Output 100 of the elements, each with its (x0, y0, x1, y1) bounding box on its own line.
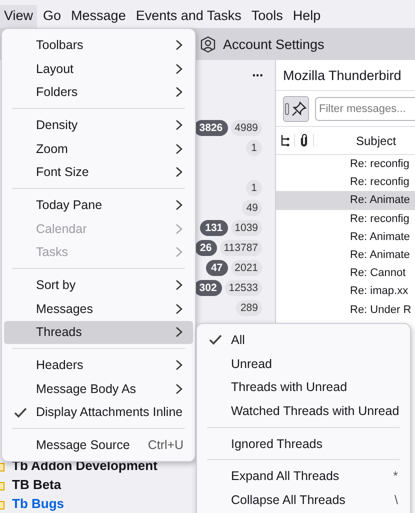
menu-item-label: Message Body As (36, 382, 138, 396)
account-icon (200, 36, 216, 52)
menu-item[interactable]: Today Pane (4, 193, 193, 217)
menu-item-label: Calendar (36, 222, 88, 236)
menu-item[interactable]: Sort by (4, 273, 193, 297)
menu-bar-item[interactable]: Tools (247, 5, 287, 28)
menu-item-label: Watched Threads with Unread (231, 404, 400, 418)
menu-bar-item[interactable]: Help (288, 5, 325, 28)
shortcut-label: * (393, 469, 398, 484)
menu-item-label: Collapse All Threads (231, 492, 346, 507)
menu-item[interactable]: Display Attachments Inline (4, 400, 193, 424)
menu-item-label: Threads (36, 325, 83, 340)
account-settings-tab[interactable]: Account Settings (196, 28, 334, 60)
chevron-icon (175, 86, 183, 98)
menu-item-label: Display Attachments Inline (36, 405, 183, 420)
folder-name[interactable]: Tb Bugs (12, 496, 64, 511)
menu-item[interactable]: All (199, 328, 408, 352)
menu-bar-item[interactable]: Message (67, 5, 130, 28)
menu-item[interactable]: Watched Threads with Unread (199, 399, 408, 423)
chevron-icon (175, 222, 183, 235)
message-row[interactable]: Re: imap.xx (276, 282, 415, 300)
unread-count: 302 (194, 280, 222, 296)
menu-item[interactable]: Message Source Ctrl+U (4, 433, 193, 457)
message-row[interactable]: Re: Under R (276, 300, 415, 319)
total-count: 289 (236, 300, 262, 316)
folder-name[interactable]: TB Beta (12, 477, 62, 492)
menu-bar-item[interactable]: View (0, 5, 38, 28)
menu-item-label: Folders (36, 85, 79, 100)
menu-item-label: Ignored Threads (231, 436, 324, 451)
filter-field[interactable]: Filter messages... (315, 96, 415, 120)
unread-count: 3826 (194, 120, 228, 136)
menu-bar-item[interactable]: Go (39, 5, 66, 28)
toggle-icon (285, 102, 289, 114)
total-count: 12533 (224, 280, 262, 296)
menu-bar-item[interactable]: Events and Tasks (132, 5, 246, 28)
menu-item-label: Layout (36, 62, 75, 76)
chevron-icon (175, 359, 183, 372)
menu-item-label: Threads with Unread (231, 380, 348, 394)
menu-item[interactable]: Messages (4, 296, 193, 321)
pin-toggle-button[interactable] (283, 96, 309, 122)
chevron-icon (175, 142, 183, 155)
menu-item[interactable]: Density (4, 113, 193, 137)
menu-item-label: Toolbars (36, 38, 84, 52)
menu-item-label: Message Source (36, 438, 130, 452)
total-count: 1039 (230, 220, 262, 236)
message-row[interactable]: Re: Animate (276, 191, 415, 210)
total-count: 2021 (230, 260, 262, 276)
shortcut-label: Ctrl+U (148, 438, 184, 452)
unread-count: 131 (200, 220, 228, 236)
menu-item-label: Density (36, 118, 79, 132)
chevron-icon (175, 198, 183, 211)
menu-item[interactable]: Headers (4, 353, 193, 377)
message-row[interactable]: Re: Cannot (276, 264, 415, 282)
message-row[interactable]: Re: Animate (276, 246, 415, 264)
menu-item-label: Messages (36, 302, 94, 316)
menu-item[interactable]: Expand All Threads * (199, 464, 408, 488)
menu-item[interactable]: Font Size (4, 160, 193, 184)
chevron-icon (175, 38, 183, 51)
menu-item-label: Today Pane (36, 198, 104, 212)
subject-column-header[interactable]: Subject (356, 134, 396, 148)
paperclip-icon[interactable] (300, 134, 308, 147)
folder-title: Mozilla Thunderbird (276, 60, 415, 91)
chevron-icon (175, 302, 183, 315)
chevron-icon (175, 62, 183, 75)
chevron-icon (175, 166, 183, 178)
message-row[interactable]: Re: Animate (276, 228, 415, 246)
menu-item-label: Headers (36, 358, 84, 372)
menu-item-label: Font Size (36, 165, 90, 180)
menu-item[interactable]: Collapse All Threads \ (199, 488, 408, 512)
menu-item-label: Unread (231, 356, 273, 371)
menu-item[interactable]: Threads (4, 320, 193, 344)
message-row[interactable]: Re: reconfig (276, 210, 415, 228)
message-row[interactable]: Re: reconfig (276, 155, 415, 174)
message-row[interactable]: Re: reconfig (276, 173, 415, 192)
menu-item[interactable]: Toolbars (4, 33, 193, 57)
total-count: 1 (246, 180, 262, 196)
menu-item[interactable]: Zoom (4, 136, 193, 160)
menu-item[interactable]: Ignored Threads (199, 432, 408, 456)
menu-item-label: All (231, 332, 246, 347)
menu-item[interactable]: Threads with Unread (199, 375, 408, 400)
menu-item[interactable]: Folders (4, 80, 193, 104)
menu-item[interactable]: Message Body As (4, 376, 193, 401)
menu-item[interactable]: Layout (4, 56, 193, 80)
menu-item-label: Sort by (36, 278, 77, 292)
menu-item[interactable]: Unread (199, 352, 408, 376)
total-count: 113787 (220, 240, 262, 256)
menu-item-label: Tasks (36, 245, 69, 260)
total-count: 1 (246, 140, 262, 156)
unread-count: 47 (206, 260, 228, 276)
total-count: 49 (242, 200, 262, 216)
chevron-icon (175, 382, 183, 395)
unread-count: 26 (195, 240, 217, 256)
more-button[interactable]: ··· (250, 67, 265, 83)
total-count: 4989 (230, 120, 262, 136)
chevron-icon (175, 279, 183, 292)
menu-item-label: Zoom (36, 142, 69, 156)
menu-item-label: Expand All Threads (231, 469, 340, 484)
thread-icon[interactable] (280, 134, 290, 147)
pin-icon (291, 100, 307, 116)
chevron-icon (175, 326, 183, 338)
